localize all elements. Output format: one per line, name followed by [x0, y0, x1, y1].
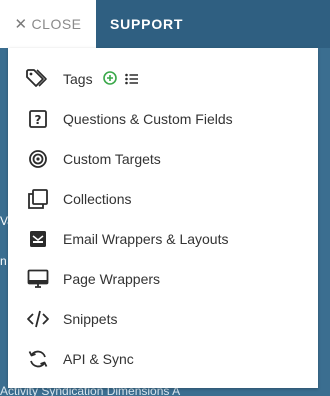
menu-item-label: API & Sync — [63, 351, 134, 367]
close-button[interactable]: ✕ CLOSE — [0, 0, 96, 48]
menu-item-label: Email Wrappers & Layouts — [63, 231, 229, 247]
add-circle-icon[interactable] — [103, 71, 117, 90]
menu-item-label: Questions & Custom Fields — [63, 111, 233, 127]
menu-item-label: Snippets — [63, 311, 118, 327]
menu-item-questions-custom-fields[interactable]: ? Questions & Custom Fields — [8, 102, 318, 136]
list-icon[interactable] — [125, 72, 139, 90]
tag-icon — [24, 65, 52, 93]
monitor-icon — [24, 265, 52, 293]
envelope-icon — [24, 225, 52, 253]
menu-item-label: Page Wrappers — [63, 271, 161, 287]
svg-text:?: ? — [35, 113, 42, 127]
code-icon — [24, 305, 52, 333]
sync-icon — [24, 345, 52, 373]
menu-item-api-sync[interactable]: API & Sync — [8, 342, 318, 376]
menu-item-label: Custom Targets — [63, 151, 161, 167]
target-icon — [24, 145, 52, 173]
support-tab[interactable]: SUPPORT — [110, 0, 183, 48]
close-icon: ✕ — [14, 16, 28, 33]
menu-item-tags[interactable]: Tags — [8, 62, 318, 96]
menu-item-page-wrappers[interactable]: Page Wrappers — [8, 262, 318, 296]
menu-item-snippets[interactable]: Snippets — [8, 302, 318, 336]
menu-item-custom-targets[interactable]: Custom Targets — [8, 142, 318, 176]
menu-item-label: Tags — [63, 71, 93, 87]
collections-icon — [24, 185, 52, 213]
menu-item-collections[interactable]: Collections — [8, 182, 318, 216]
question-box-icon: ? — [24, 105, 52, 133]
support-label: SUPPORT — [110, 16, 184, 32]
close-label: CLOSE — [31, 16, 82, 32]
menu-item-email-wrappers-layouts[interactable]: Email Wrappers & Layouts — [8, 222, 318, 256]
settings-menu-panel: Tags ? Questions & Custom Fields Custom … — [8, 48, 318, 388]
tags-actions — [103, 71, 139, 90]
menu-item-label: Collections — [63, 191, 132, 207]
top-bar: ✕ CLOSE SUPPORT — [0, 0, 330, 48]
